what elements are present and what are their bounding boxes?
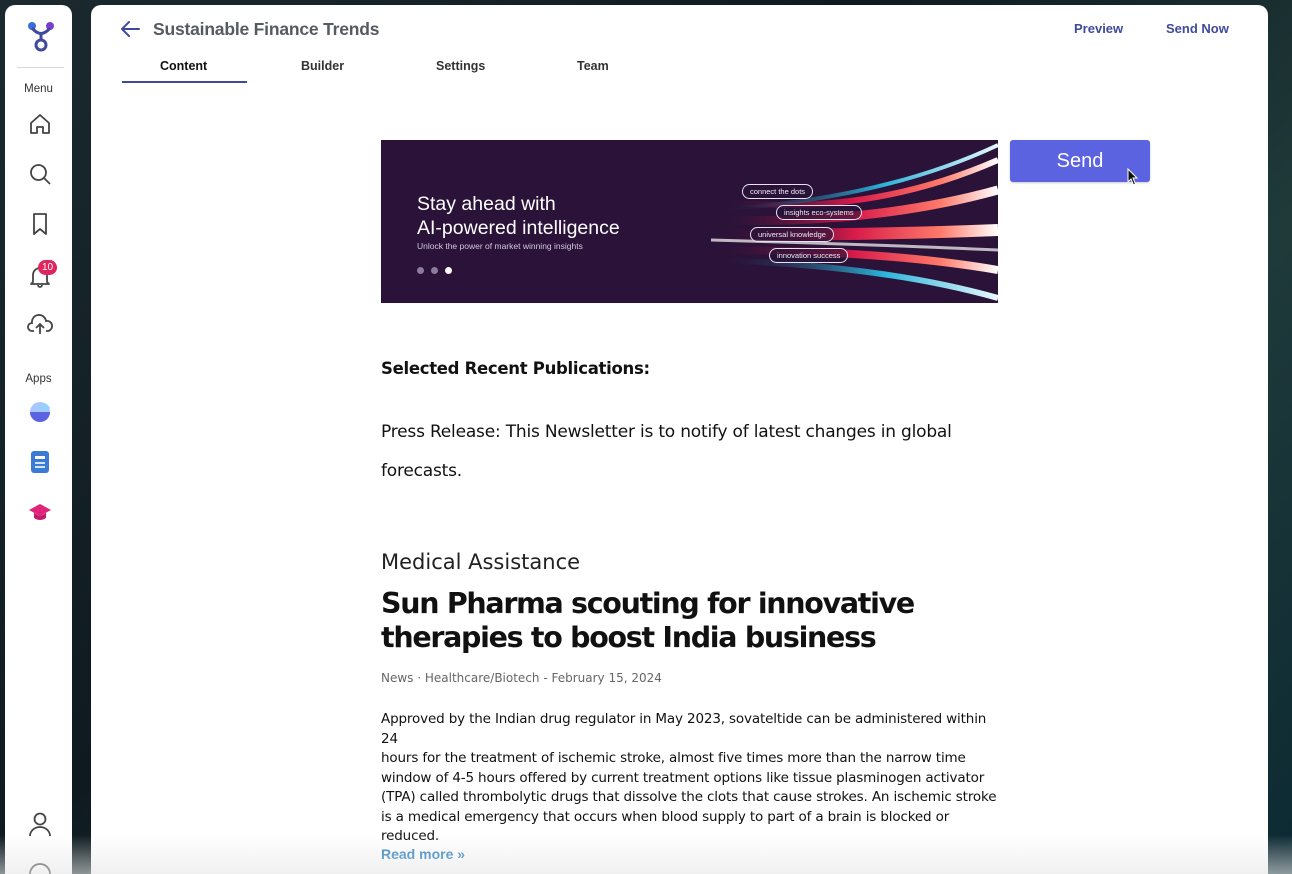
article-meta: News · Healthcare/Biotech - February 15,… [381,671,662,685]
headline-line: therapies to boost India business [381,621,877,654]
back-arrow-icon[interactable] [119,19,141,39]
press-release-line: forecasts. [381,461,463,481]
page-title: Sustainable Finance Trends [153,19,380,39]
body-line: window of 4-5 hours offered by current t… [381,769,985,786]
apps-section-label: Apps [25,373,52,385]
carousel-dot[interactable] [417,267,424,274]
help-icon[interactable] [26,860,54,874]
tab-settings[interactable]: Settings [436,59,485,73]
publications-heading: Selected Recent Publications: [381,359,650,378]
document-app-icon[interactable] [26,448,54,476]
carousel-dot[interactable] [431,267,438,274]
search-icon[interactable] [26,160,54,188]
active-tab-indicator [122,81,247,83]
preview-button[interactable]: Preview [1074,21,1123,36]
body-line: (TPA) called thrombolytic drugs that dis… [381,789,997,805]
bookmark-icon[interactable] [26,210,54,238]
main-panel: Sustainable Finance Trends Preview Send … [91,5,1268,874]
article-body: Approved by the Indian drug regulator in… [381,710,1001,847]
send-now-button[interactable]: Send Now [1166,21,1229,36]
banner-pill: insights eco-systems [776,205,862,220]
sidebar-divider [17,67,64,68]
press-release-text: Press Release: This Newsletter is to not… [381,413,1001,491]
carousel-dot-active[interactable] [445,267,452,274]
graduation-cap-icon[interactable] [26,498,54,526]
chart-app-icon[interactable] [26,398,54,426]
tab-builder[interactable]: Builder [301,59,344,73]
body-line: is a medical emergency that occurs when … [381,808,950,825]
banner-pill: innovation success [769,248,849,263]
banner-title: Stay ahead with AI-powered intelligence [417,192,620,240]
article-category: Medical Assistance [381,550,581,574]
headline-line: Sun Pharma scouting for innovative [381,587,915,620]
banner-title-line2: AI-powered intelligence [417,217,620,239]
body-line: Approved by the Indian drug regulator in… [381,711,987,747]
banner-pill: connect the dots [742,184,814,199]
body-line: hours for the treatment of ischemic stro… [381,750,966,766]
notification-badge: 10 [38,260,57,275]
mouse-cursor-icon [1127,168,1139,186]
banner-subtitle: Unlock the power of market winning insig… [417,241,583,251]
read-more-link[interactable]: Read more » [381,846,1001,862]
body-line: reduced. [381,828,440,844]
menu-section-label: Menu [24,83,53,95]
promo-banner[interactable]: Stay ahead with AI-powered intelligence … [381,140,998,303]
sidebar: Menu 10 Apps [5,5,72,874]
tab-team[interactable]: Team [577,59,609,73]
banner-pill: universal knowledge [750,227,834,242]
article-headline[interactable]: Sun Pharma scouting for innovative thera… [381,587,1001,655]
tab-content[interactable]: Content [160,59,207,73]
press-release-line: Press Release: This Newsletter is to not… [381,422,952,442]
logo-icon[interactable] [27,19,55,53]
light-streaks-graphic [711,143,998,301]
user-icon[interactable] [26,810,54,838]
home-icon[interactable] [26,110,54,138]
cloud-upload-icon[interactable] [26,311,54,339]
banner-title-line1: Stay ahead with [417,193,556,215]
